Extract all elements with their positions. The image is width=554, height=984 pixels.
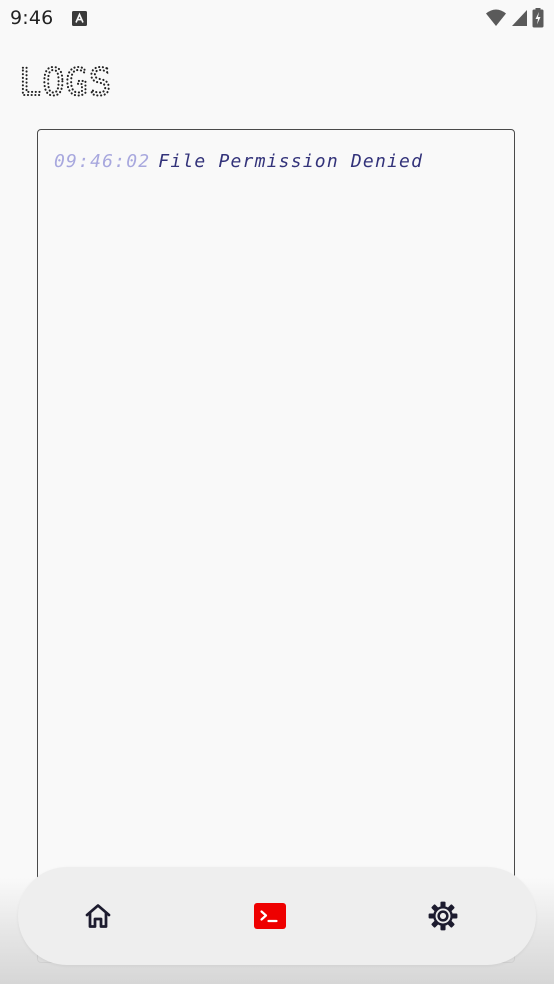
cellular-signal-icon bbox=[512, 10, 527, 26]
bottom-nav bbox=[18, 867, 536, 965]
log-timestamp: 09:46:02 bbox=[54, 151, 151, 172]
nav-logs-button[interactable] bbox=[250, 896, 290, 936]
battery-charging-icon bbox=[532, 8, 544, 28]
accessibility-a-icon bbox=[72, 11, 87, 26]
home-icon bbox=[85, 904, 111, 928]
gear-icon bbox=[428, 901, 458, 931]
page-title-text: LOGS bbox=[19, 63, 112, 103]
log-message: File Permission Denied bbox=[158, 151, 424, 172]
status-bar: 9:46 bbox=[0, 0, 554, 38]
wifi-icon bbox=[486, 9, 506, 26]
page-title: LOGS bbox=[18, 63, 112, 103]
log-entry: 09:46:02 File Permission Denied bbox=[54, 151, 423, 172]
nav-home-button[interactable] bbox=[78, 896, 118, 936]
terminal-icon bbox=[254, 903, 286, 929]
log-panel[interactable]: 09:46:02 File Permission Denied bbox=[37, 129, 515, 963]
status-icons bbox=[485, 8, 544, 28]
status-time: 9:46 bbox=[10, 7, 54, 29]
nav-settings-button[interactable] bbox=[423, 896, 463, 936]
